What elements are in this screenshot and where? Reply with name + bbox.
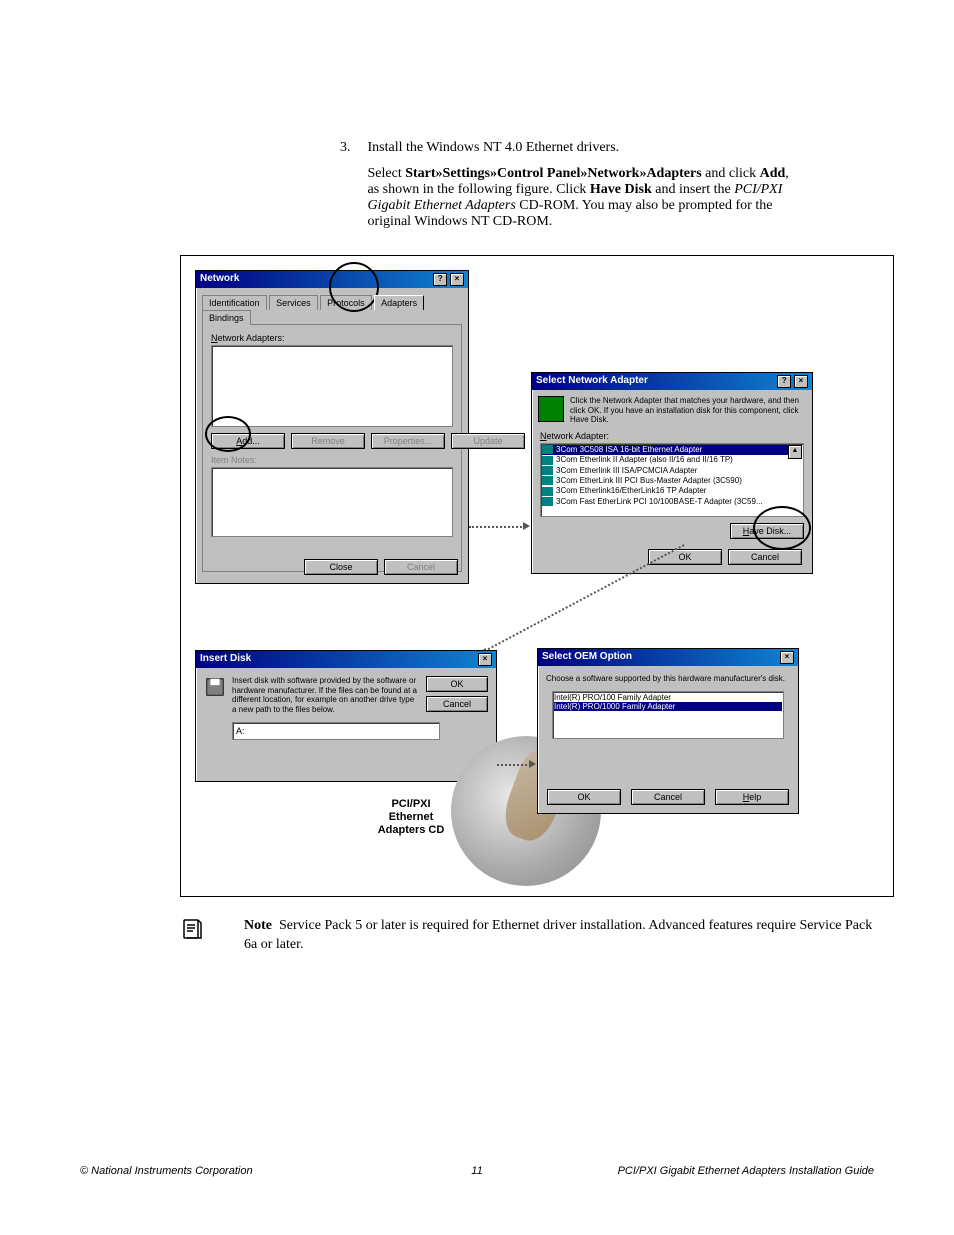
add-button[interactable]: Add...: [211, 433, 285, 449]
list-item[interactable]: Intel(R) PRO/100 Family Adapter: [554, 693, 782, 702]
disk-icon: [204, 676, 226, 698]
ok-button[interactable]: OK: [426, 676, 488, 692]
step-paragraph: Select Start»Settings»Control Panel»Netw…: [368, 166, 798, 230]
insert-disk-instruction: Insert disk with software provided by th…: [232, 676, 420, 714]
select-oem-dialog: Select OEM Option × Choose a software su…: [537, 648, 799, 814]
list-item[interactable]: 3Com Etherlink16/EtherLink16 TP Adapter: [542, 486, 802, 496]
annotation-arrow-3: [497, 764, 531, 766]
tabs-row: Identification Services Protocols Adapte…: [202, 294, 462, 324]
path-input[interactable]: [232, 722, 440, 740]
step-title: Install the Windows NT 4.0 Ethernet driv…: [368, 140, 620, 155]
tab-identification[interactable]: Identification: [202, 295, 267, 310]
note-text-content: Service Pack 5 or later is required for …: [244, 918, 872, 952]
page-footer: © National Instruments Corporation 11 PC…: [80, 1165, 874, 1177]
step-number: 3.: [340, 140, 364, 156]
item-notes-box: [211, 467, 453, 537]
network-dialog-title: Network: [200, 273, 239, 286]
adapter-list-label: Network Adapter:: [540, 431, 804, 441]
close-icon[interactable]: ×: [794, 375, 808, 388]
help-icon[interactable]: ?: [777, 375, 791, 388]
cancel-button[interactable]: Cancel: [631, 789, 705, 805]
list-item[interactable]: 3Com 3C508 ISA 16-bit Ethernet Adapter: [542, 445, 802, 455]
network-adapters-label: Network Adapters:: [211, 333, 453, 343]
select-adapter-instruction: Click the Network Adapter that matches y…: [570, 396, 806, 425]
tab-adapters[interactable]: Adapters: [374, 295, 424, 310]
close-icon[interactable]: ×: [478, 653, 492, 666]
network-adapters-list[interactable]: [211, 345, 453, 427]
tab-services[interactable]: Services: [269, 295, 318, 310]
adapter-listbox[interactable]: 3Com 3C508 ISA 16-bit Ethernet Adapter 3…: [540, 443, 804, 517]
note-icon: [180, 917, 220, 946]
ok-button[interactable]: OK: [547, 789, 621, 805]
update-button: Update: [451, 433, 525, 449]
tab-bindings[interactable]: Bindings: [202, 310, 251, 325]
cancel-button: Cancel: [384, 559, 458, 575]
help-icon[interactable]: ?: [433, 273, 447, 286]
network-dialog: Network ? × Identification Services Prot…: [195, 270, 469, 584]
list-item[interactable]: Intel(R) PRO/1000 Family Adapter: [554, 702, 782, 711]
have-disk-button[interactable]: Have Disk...: [730, 523, 804, 539]
annotation-arrowhead-3: [529, 760, 536, 768]
select-adapter-title: Select Network Adapter: [536, 375, 648, 388]
annotation-arrow-1: [469, 526, 525, 528]
oem-listbox[interactable]: Intel(R) PRO/100 Family Adapter Intel(R)…: [552, 691, 784, 739]
item-notes-label: Item Notes:: [211, 455, 453, 465]
close-icon[interactable]: ×: [780, 651, 794, 664]
select-adapter-dialog: Select Network Adapter ? × Click the Net…: [531, 372, 813, 574]
cancel-button[interactable]: Cancel: [426, 696, 488, 712]
insert-disk-title: Insert Disk: [200, 653, 251, 666]
close-icon[interactable]: ×: [450, 273, 464, 286]
note-label: Note: [244, 918, 272, 933]
properties-button: Properties...: [371, 433, 445, 449]
scroll-up-icon[interactable]: ▲: [788, 445, 802, 459]
figure-composite: Network ? × Identification Services Prot…: [180, 255, 894, 897]
step-3: 3. Install the Windows NT 4.0 Ethernet d…: [340, 140, 874, 230]
annotation-arrowhead-1: [523, 522, 530, 530]
close-button[interactable]: Close: [304, 559, 378, 575]
remove-button: Remove: [291, 433, 365, 449]
tab-protocols[interactable]: Protocols: [320, 295, 372, 310]
list-item[interactable]: 3Com Fast EtherLink PCI 10/100BASE-T Ada…: [542, 497, 802, 507]
select-oem-instruction: Choose a software supported by this hard…: [538, 666, 798, 691]
list-item[interactable]: 3Com Etherlink III ISA/PCMCIA Adapter: [542, 466, 802, 476]
insert-disk-dialog: Insert Disk × Insert disk with software …: [195, 650, 497, 782]
help-button[interactable]: Help: [715, 789, 789, 805]
footer-page-number: 11: [80, 1165, 874, 1177]
select-oem-title: Select OEM Option: [542, 651, 632, 664]
cancel-button[interactable]: Cancel: [728, 549, 802, 565]
adapter-icon: [538, 396, 564, 422]
note-block: Note Service Pack 5 or later is required…: [180, 917, 874, 955]
cd-caption: PCI/PXI Ethernet Adapters CD: [371, 798, 451, 838]
list-item[interactable]: 3Com EtherLink III PCI Bus-Master Adapte…: [542, 476, 802, 486]
list-item[interactable]: 3Com Etherlink II Adapter (also II/16 an…: [542, 455, 802, 465]
